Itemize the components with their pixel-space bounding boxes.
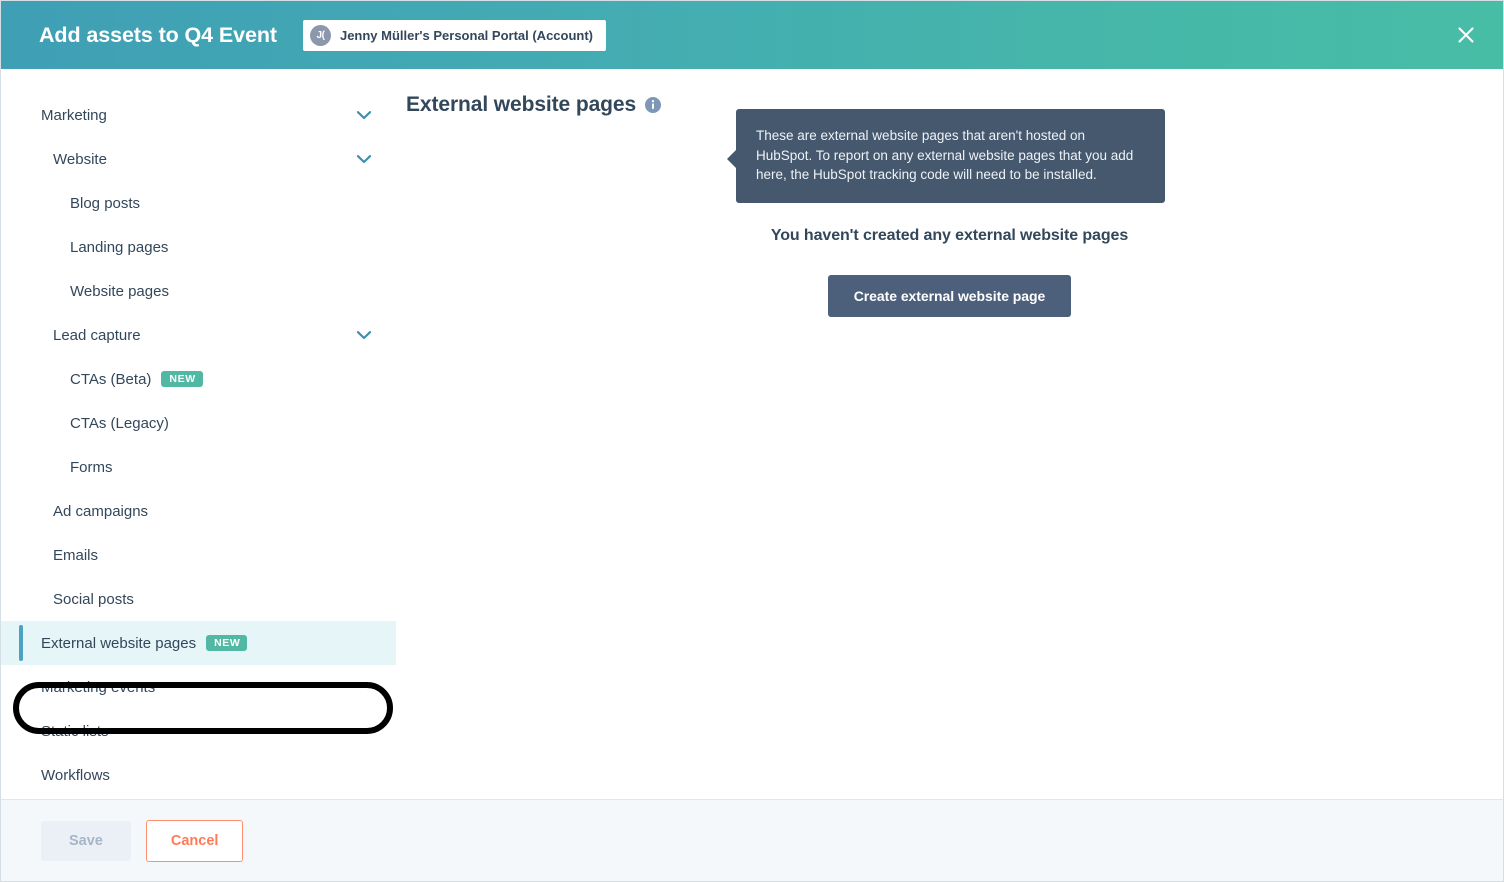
sidebar-item-label: Lead capture xyxy=(53,326,141,344)
modal-footer: Save Cancel xyxy=(1,799,1503,881)
page-title: Add assets to Q4 Event xyxy=(39,22,277,47)
avatar: J( xyxy=(309,24,331,46)
new-badge: NEW xyxy=(206,634,248,652)
sidebar-item-label: CTAs (Legacy) xyxy=(70,414,169,432)
modal-body: Marketing Website Blog posts Landing pages W… xyxy=(1,69,1503,799)
sidebar-item-label: Website pages xyxy=(70,282,169,300)
sidebar-item-website[interactable]: Website xyxy=(1,137,396,181)
sidebar-item-static-lists[interactable]: Static lists xyxy=(1,709,396,753)
chevron-down-icon[interactable] xyxy=(356,327,372,343)
info-icon[interactable] xyxy=(645,97,662,113)
modal-header: Add assets to Q4 Event J( Jenny Müller's… xyxy=(1,1,1503,69)
sidebar-item-emails[interactable]: Emails xyxy=(1,533,396,577)
sidebar-item-label: Workflows xyxy=(41,766,110,784)
sidebar-item-label: Forms xyxy=(70,458,113,476)
sidebar-item-landing-pages[interactable]: Landing pages xyxy=(1,225,396,269)
new-badge: NEW xyxy=(161,370,203,388)
create-external-website-page-button[interactable]: Create external website page xyxy=(827,275,1072,317)
sidebar-item-label: External website pages xyxy=(41,634,197,652)
info-tooltip: These are external website pages that ar… xyxy=(727,109,1165,203)
sidebar-item-label: Marketing events xyxy=(41,678,156,696)
account-name: Jenny Müller's Personal Portal (Account) xyxy=(339,27,594,43)
sidebar-item-label: Landing pages xyxy=(70,238,169,256)
account-chip[interactable]: J( Jenny Müller's Personal Portal (Accou… xyxy=(302,19,607,51)
sidebar-item-label: Static lists xyxy=(41,722,109,740)
sidebar-item-website-pages[interactable]: Website pages xyxy=(1,269,396,313)
sidebar-item-social-posts[interactable]: Social posts xyxy=(1,577,396,621)
chevron-down-icon[interactable] xyxy=(356,107,372,123)
sidebar-item-label: Social posts xyxy=(53,590,134,608)
sidebar-item-ctas-legacy[interactable]: CTAs (Legacy) xyxy=(1,401,396,445)
sidebar-item-label: Blog posts xyxy=(70,194,141,212)
sidebar: Marketing Website Blog posts Landing pages W… xyxy=(1,69,396,799)
sidebar-item-blog-posts[interactable]: Blog posts xyxy=(1,181,396,225)
cancel-button[interactable]: Cancel xyxy=(145,819,244,862)
sidebar-item-marketing[interactable]: Marketing xyxy=(1,93,396,137)
sidebar-item-ctas-beta[interactable]: CTAs (Beta) NEW xyxy=(1,357,396,401)
main-heading-text: External website pages xyxy=(406,93,637,116)
sidebar-item-label: Website xyxy=(53,150,107,168)
sidebar-item-label: CTAs (Beta) xyxy=(70,370,152,388)
close-icon[interactable] xyxy=(1449,18,1483,52)
sidebar-item-label: Marketing xyxy=(41,106,107,124)
add-assets-modal: Add assets to Q4 Event J( Jenny Müller's… xyxy=(0,0,1504,882)
sidebar-item-forms[interactable]: Forms xyxy=(1,445,396,489)
chevron-down-icon[interactable] xyxy=(356,151,372,167)
empty-state: You haven't created any external website… xyxy=(396,227,1503,317)
sidebar-item-workflows[interactable]: Workflows xyxy=(1,753,396,797)
main-panel: External website pages These are externa… xyxy=(396,69,1503,799)
sidebar-item-label: Ad campaigns xyxy=(53,502,149,520)
empty-state-title: You haven't created any external website… xyxy=(770,227,1129,244)
sidebar-item-marketing-events[interactable]: Marketing events xyxy=(1,665,396,709)
save-button[interactable]: Save xyxy=(41,820,131,861)
sidebar-item-external-website-pages[interactable]: External website pages NEW xyxy=(1,621,396,665)
sidebar-item-lead-capture[interactable]: Lead capture xyxy=(1,313,396,357)
sidebar-nav: Marketing Website Blog posts Landing pages W… xyxy=(1,93,396,797)
sidebar-item-ad-campaigns[interactable]: Ad campaigns xyxy=(1,489,396,533)
sidebar-item-label: Emails xyxy=(53,546,99,564)
